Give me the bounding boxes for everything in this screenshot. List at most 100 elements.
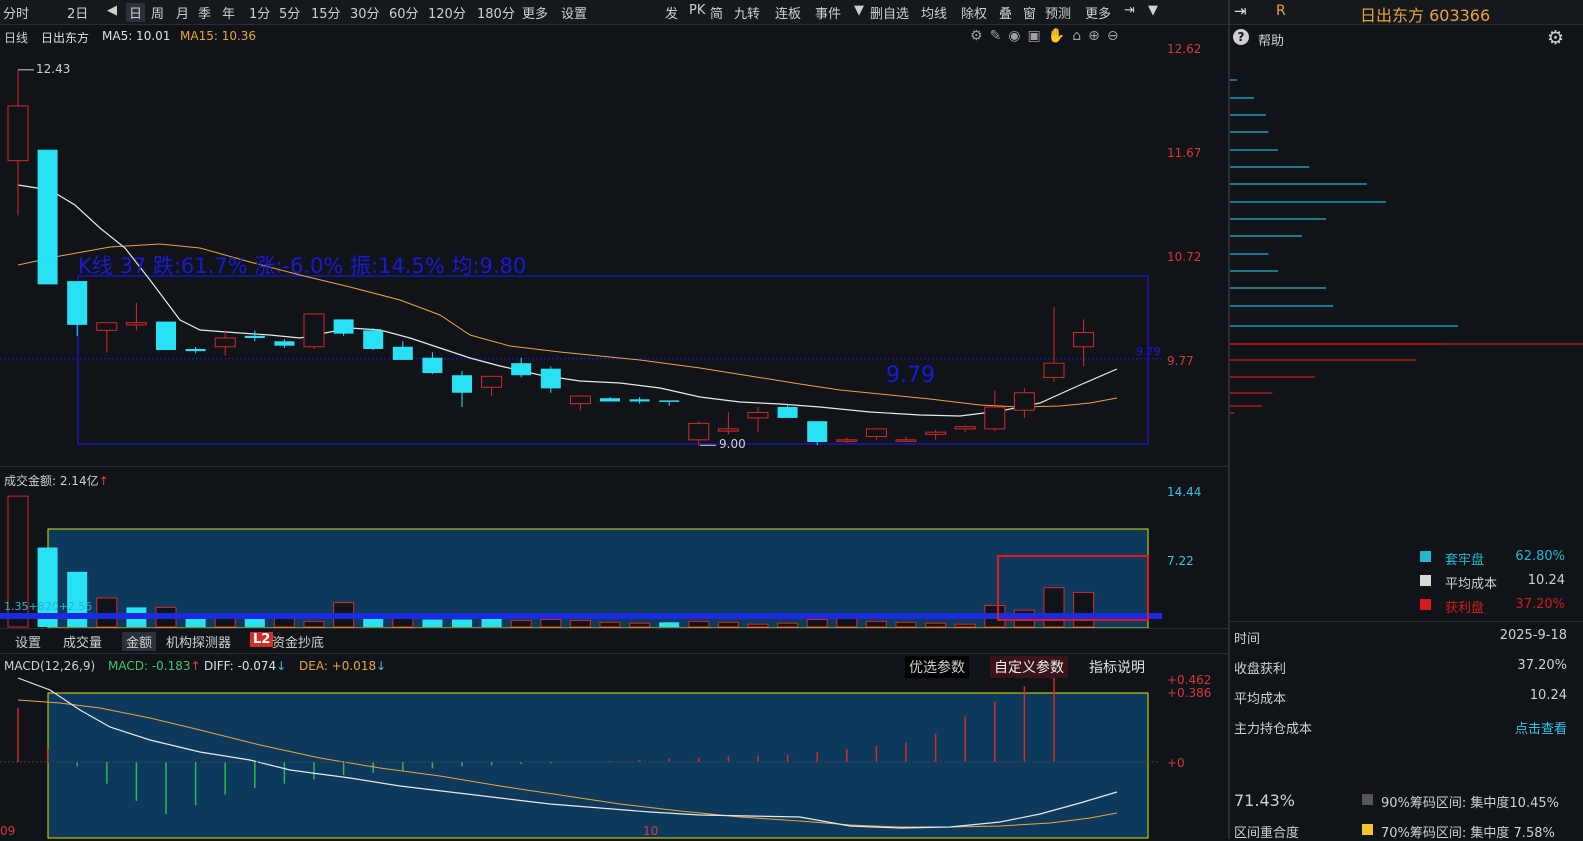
range70-swatch xyxy=(1362,824,1373,835)
volume-bar xyxy=(1043,587,1065,628)
stat-label: 时间 xyxy=(1234,632,1261,647)
macd-params: MACD(12,26,9) xyxy=(4,659,96,673)
candle-body xyxy=(7,105,29,162)
indicator-tab-1[interactable]: 成交量 xyxy=(63,632,102,651)
x-label-month-09: 09 xyxy=(0,824,16,838)
candle-body xyxy=(96,322,118,331)
candle-body xyxy=(452,375,472,393)
volume-bar xyxy=(363,618,384,627)
collapse-panel-icon[interactable]: ⇥ xyxy=(1234,2,1247,20)
help-label[interactable]: 帮助 xyxy=(1258,30,1284,49)
volume-bar xyxy=(96,597,118,628)
help-icon[interactable]: ? xyxy=(1233,29,1249,45)
candle-body xyxy=(629,399,650,402)
stat-label: 收盘获利 xyxy=(1234,662,1287,677)
stat-value: 10.24 xyxy=(1529,688,1567,703)
candle-body xyxy=(422,357,443,374)
indicator-tab-0[interactable]: 设置 xyxy=(15,632,41,651)
candle-body xyxy=(274,341,295,346)
volume-bar xyxy=(185,617,206,627)
candle-body xyxy=(569,395,591,405)
stat-label: 主力持仓成本 xyxy=(1234,722,1313,737)
custom-params-button[interactable]: 自定义参数 xyxy=(990,656,1068,678)
candle-body xyxy=(481,375,503,388)
candle-body xyxy=(125,322,147,326)
main-cost-link[interactable]: 点击查看 xyxy=(1515,718,1567,737)
volume-layer xyxy=(0,495,1162,629)
legend-swatch xyxy=(1420,599,1431,610)
volume-bar xyxy=(303,620,325,628)
volume-bar xyxy=(747,623,769,628)
legend-value: 37.20% xyxy=(1515,597,1565,612)
macd-value: MACD: -0.183↑ xyxy=(108,659,201,673)
candle-body xyxy=(747,411,769,419)
candle-body xyxy=(954,426,976,430)
volume-bar xyxy=(1073,591,1095,628)
macd-highlight-box xyxy=(48,693,1148,838)
optimal-params-button[interactable]: 优选参数 xyxy=(905,656,969,678)
volume-bar xyxy=(569,619,591,628)
indicator-tab-5[interactable]: 资金抄底 xyxy=(272,632,324,651)
volume-tabs-divider xyxy=(0,628,1228,629)
candle-body xyxy=(1043,362,1065,378)
candle-body xyxy=(925,431,947,435)
candle-body xyxy=(185,348,206,352)
x-label-month-10: 10 xyxy=(643,824,659,838)
right-panel-divider-line xyxy=(1230,621,1583,622)
candle-body xyxy=(807,421,828,443)
volume-bar xyxy=(865,620,887,628)
volume-bar xyxy=(392,617,414,628)
legend-swatch xyxy=(1420,575,1431,586)
volume-bar xyxy=(510,619,532,628)
candle-body xyxy=(333,319,354,334)
indicator-tab-2[interactable]: 金额 xyxy=(122,632,157,651)
volume-bar xyxy=(688,620,710,628)
concentration-value: 71.43% xyxy=(1234,791,1296,810)
volume-bar xyxy=(452,619,472,627)
volume-bar xyxy=(925,622,947,628)
stat-value: 37.20% xyxy=(1517,658,1567,673)
price-chart[interactable] xyxy=(0,0,1228,839)
volume-bar xyxy=(836,618,858,628)
candle-body xyxy=(1073,332,1095,348)
candle-body xyxy=(1013,392,1035,411)
indicator-tab-3[interactable]: 机构探测器 xyxy=(166,632,231,651)
volume-bar xyxy=(540,619,562,628)
candle-body xyxy=(865,428,887,438)
legend-swatch xyxy=(1420,551,1431,562)
candle-body xyxy=(777,406,798,418)
volume-title: 成交金额: 2.14亿↑ xyxy=(4,474,109,488)
volume-average-band xyxy=(0,613,1162,619)
legend-label: 获利盘 xyxy=(1445,601,1485,616)
candle-body xyxy=(659,400,680,402)
candle-body xyxy=(600,398,620,402)
candle-body xyxy=(67,281,88,325)
average-price-tag: 9.79 xyxy=(1136,345,1161,358)
volume-bar xyxy=(422,619,443,627)
volume-bar xyxy=(806,619,828,628)
volume-overlay-text: 1.35+820+2.55 xyxy=(4,600,93,613)
indicator-tab-4[interactable]: L2 xyxy=(250,632,274,647)
gear-icon[interactable]: ⚙ xyxy=(1547,27,1564,49)
volume-bar xyxy=(777,622,799,628)
candle-body xyxy=(984,406,1006,430)
candle-body xyxy=(244,335,265,339)
volume-bar xyxy=(273,617,295,628)
candle-body xyxy=(836,439,858,442)
volume-bar xyxy=(599,621,621,628)
candle-body xyxy=(895,439,917,442)
period-low-label: 9.00 xyxy=(719,437,746,451)
candle-body xyxy=(392,346,413,360)
candle-body xyxy=(511,363,532,376)
candle-body xyxy=(214,337,236,348)
period-high-label: 12.43 xyxy=(36,62,71,76)
panel-stock-title: 日出东方 603366 xyxy=(1360,6,1491,25)
volume-bar xyxy=(717,621,739,628)
candle-body xyxy=(717,428,739,432)
range-summary-text: K线 37 跌:61.7% 涨:-6.0% 振:14.5% 均:9.80 xyxy=(78,254,527,278)
range90-swatch xyxy=(1362,794,1373,805)
range-average-text: 9.79 xyxy=(886,363,935,388)
arrow-up-icon: ↑ xyxy=(98,474,109,488)
indicator-help-button[interactable]: 指标说明 xyxy=(1085,656,1149,678)
candle-body xyxy=(156,321,176,351)
